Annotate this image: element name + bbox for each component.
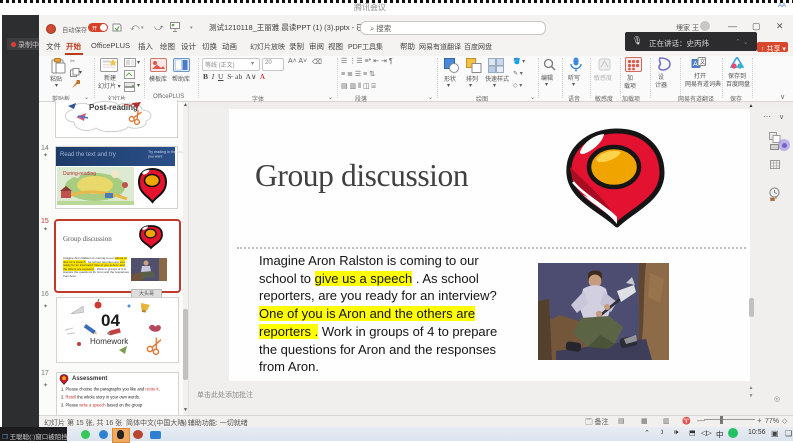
svg-text:Post-reading: Post-reading xyxy=(89,103,138,112)
svg-text:04: 04 xyxy=(101,311,120,330)
svg-text:A: A xyxy=(693,61,698,68)
svg-text:Homework: Homework xyxy=(90,337,129,346)
svg-text:During-reading: During-reading xyxy=(63,171,96,177)
svg-text:文: 文 xyxy=(700,58,706,66)
